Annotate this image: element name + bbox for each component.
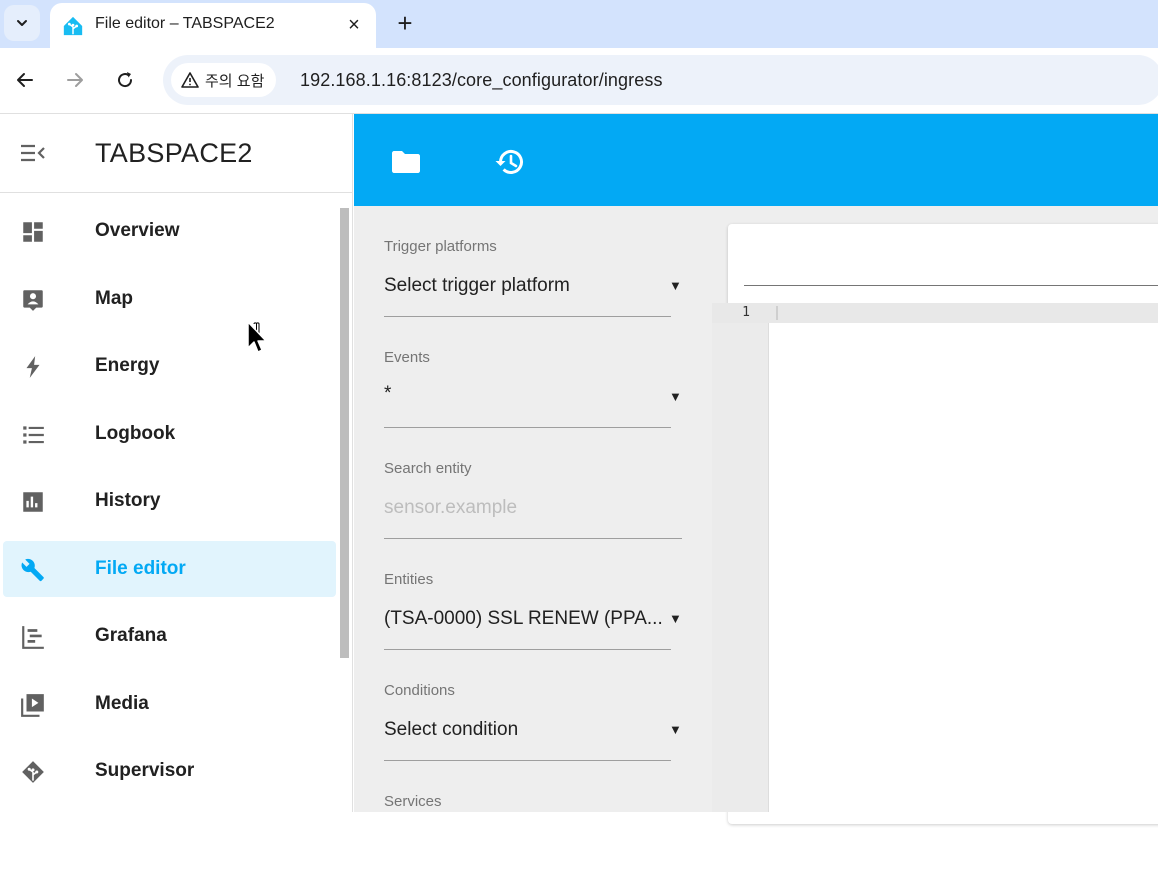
- sidebar-item-logbook[interactable]: Logbook: [3, 406, 336, 462]
- wrench-icon: [21, 558, 44, 582]
- sidebar-item-map[interactable]: Map: [3, 271, 336, 327]
- menu-collapse-icon[interactable]: [18, 140, 48, 166]
- arrow-left-icon: [17, 73, 33, 87]
- browser-tab[interactable]: File editor – TABSPACE2 ×: [50, 3, 376, 48]
- sidebar-item-supervisor[interactable]: Supervisor: [3, 743, 336, 799]
- events-select[interactable]: Events * ▼: [384, 317, 682, 428]
- tab-search-button[interactable]: [4, 5, 40, 41]
- sidebar-item-label: Grafana: [95, 625, 167, 646]
- field-label: Conditions: [384, 682, 455, 699]
- chart-timeline-icon: [22, 626, 44, 649]
- field-value[interactable]: *: [384, 383, 391, 405]
- file-editor-content: Trigger platforms Select trigger platfor…: [354, 206, 1158, 824]
- view-dashboard-icon: [23, 222, 43, 242]
- sidebar-item-energy[interactable]: Energy: [3, 338, 336, 394]
- url-text[interactable]: 192.168.1.16:8123/core_configurator/ingr…: [300, 70, 663, 91]
- code-editor[interactable]: 1: [712, 303, 1158, 812]
- reload-icon: [118, 72, 133, 88]
- lightning-bolt-icon: [26, 356, 40, 378]
- field-value[interactable]: Select trigger platform: [384, 275, 570, 297]
- sidebar-item-label: Energy: [95, 355, 160, 376]
- chevron-down-icon: [17, 20, 27, 26]
- search-entity-placeholder[interactable]: sensor.example: [384, 497, 517, 519]
- folder-icon[interactable]: [388, 144, 424, 180]
- mouse-pointer-icon: [247, 321, 267, 353]
- arrow-right-icon: [67, 73, 83, 87]
- browser-toolbar: 주의 요함 192.168.1.16:8123/core_configurato…: [0, 48, 1158, 114]
- search-entity-input[interactable]: Search entity sensor.example: [384, 428, 682, 539]
- field-value[interactable]: (TSA-0000) SSL RENEW (PPA...: [384, 608, 663, 630]
- sidebar-title: TABSPACE2: [95, 138, 253, 168]
- sidebar-item-label: Logbook: [95, 423, 176, 444]
- sidebar-item-history[interactable]: History: [3, 473, 336, 529]
- home-assistant-icon: [63, 16, 83, 36]
- field-label: Services: [384, 793, 442, 810]
- trigger-platform-select[interactable]: Trigger platforms Select trigger platfor…: [384, 206, 682, 317]
- sidebar: TABSPACE2 Overview Map Energy Logbook Hi…: [0, 114, 353, 812]
- chart-box-icon: [23, 492, 43, 512]
- field-label: Entities: [384, 571, 434, 588]
- field-label: Trigger platforms: [384, 238, 497, 255]
- browser-tab-strip: File editor – TABSPACE2 × +: [0, 0, 1158, 48]
- sidebar-item-grafana[interactable]: Grafana: [3, 608, 336, 664]
- security-label: 주의 요함: [205, 72, 265, 90]
- security-warning-chip[interactable]: 주의 요함: [171, 63, 277, 97]
- dropdown-arrow-icon[interactable]: ▼: [669, 611, 682, 626]
- sidebar-item-file-editor[interactable]: File editor: [3, 541, 336, 597]
- field-value[interactable]: Select condition: [384, 719, 518, 741]
- format-list-bulleted-icon: [23, 426, 44, 444]
- field-label: Search entity: [384, 460, 472, 477]
- conditions-select[interactable]: Conditions Select condition ▼: [384, 650, 682, 761]
- entities-select[interactable]: Entities (TSA-0000) SSL RENEW (PPA... ▼: [384, 539, 682, 650]
- field-label: Events: [384, 349, 430, 366]
- back-button[interactable]: [10, 65, 40, 95]
- sidebar-item-label: Map: [95, 288, 133, 309]
- address-bar[interactable]: 주의 요함 192.168.1.16:8123/core_configurato…: [163, 55, 1158, 105]
- new-tab-button[interactable]: +: [388, 6, 422, 40]
- sidebar-item-media[interactable]: Media: [3, 676, 336, 732]
- tab-close-button[interactable]: ×: [342, 13, 366, 37]
- filename-underline[interactable]: [744, 285, 1158, 286]
- warning-icon: [181, 72, 199, 88]
- map-account-icon: [23, 290, 43, 311]
- tab-title: File editor – TABSPACE2: [95, 15, 275, 32]
- line-number-gutter: [712, 303, 769, 812]
- history-icon[interactable]: [492, 144, 528, 180]
- forward-button[interactable]: [60, 65, 90, 95]
- dropdown-arrow-icon[interactable]: ▼: [669, 389, 682, 404]
- sidebar-item-overview[interactable]: Overview: [3, 203, 336, 259]
- reload-button[interactable]: [110, 65, 140, 95]
- home-assistant-icon: [22, 761, 44, 783]
- sidebar-item-label: Media: [95, 693, 149, 714]
- sidebar-item-label: File editor: [95, 558, 186, 579]
- sidebar-item-label: Overview: [95, 220, 180, 241]
- text-cursor: [776, 306, 778, 320]
- sidebar-header: TABSPACE2: [0, 114, 353, 193]
- sidebar-item-label: Supervisor: [95, 760, 195, 781]
- dropdown-arrow-icon[interactable]: ▼: [669, 278, 682, 293]
- services-select[interactable]: Services: [384, 761, 682, 872]
- active-line-highlight: [712, 303, 1158, 323]
- sidebar-item-label: History: [95, 490, 161, 511]
- line-number: 1: [742, 305, 750, 320]
- sidebar-scrollbar[interactable]: [340, 208, 349, 658]
- file-editor-toolbar: [354, 114, 1158, 206]
- play-box-multiple-icon: [21, 694, 44, 717]
- dropdown-arrow-icon[interactable]: ▼: [669, 722, 682, 737]
